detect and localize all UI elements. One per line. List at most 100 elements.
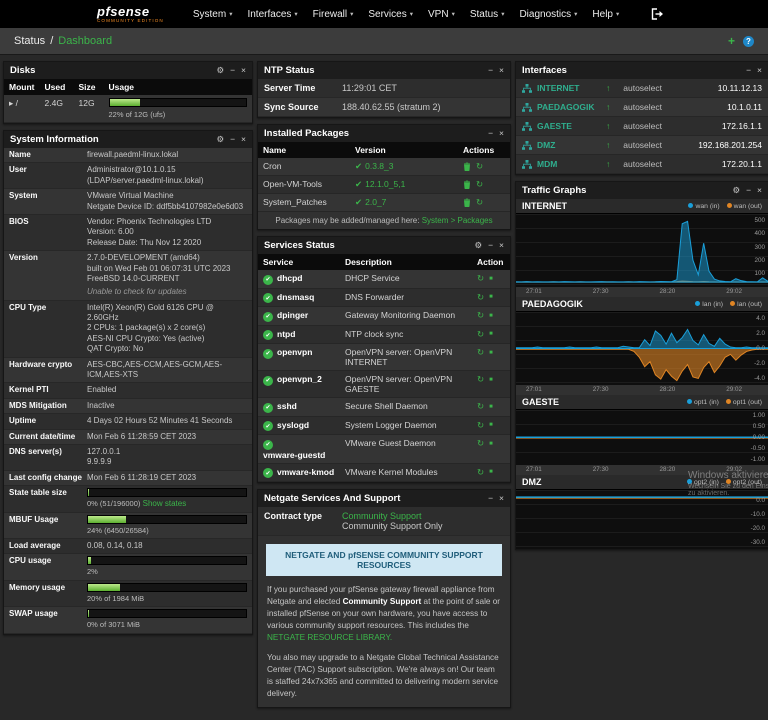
restart-service-icon[interactable]: ↻ [477, 374, 484, 385]
stop-service-icon[interactable]: ■ [489, 404, 493, 410]
package-name: System_Patches [258, 194, 350, 212]
interface-ip: 10.1.0.11 [727, 102, 762, 112]
menu-system[interactable]: System▾ [193, 9, 233, 20]
menu-status[interactable]: Status▾ [470, 9, 505, 20]
close-icon[interactable]: × [757, 66, 762, 75]
collapse-icon[interactable]: − [230, 135, 235, 144]
interface-name[interactable]: INTERNET [537, 83, 601, 93]
legend-in-dot [687, 399, 692, 404]
legend-out-dot [726, 399, 731, 404]
trash-icon[interactable] [463, 162, 471, 171]
wrench-icon[interactable]: ⚙ [474, 241, 482, 250]
restart-service-icon[interactable]: ↻ [477, 438, 484, 449]
stop-service-icon[interactable]: ■ [489, 350, 493, 356]
stop-service-icon[interactable]: ■ [489, 422, 493, 428]
reinstall-icon[interactable]: ↻ [476, 197, 483, 208]
restart-service-icon[interactable]: ↻ [477, 329, 484, 340]
stop-service-icon[interactable]: ■ [489, 331, 493, 337]
collapse-icon[interactable]: − [488, 241, 493, 250]
graph-title: GAESTE [522, 397, 559, 407]
col-header-used: Used [40, 79, 74, 95]
si-row-uptime: Uptime4 Days 02 Hours 52 Minutes 41 Seco… [4, 414, 252, 429]
network-icon [522, 122, 532, 131]
close-icon[interactable]: × [757, 186, 762, 195]
interface-ip: 172.16.1.1 [722, 121, 762, 131]
collapse-icon[interactable]: − [746, 66, 751, 75]
restart-service-icon[interactable]: ↻ [477, 401, 484, 412]
stop-service-icon[interactable]: ■ [489, 313, 493, 319]
legend-in-dot [688, 203, 693, 208]
graph-plot[interactable]: 1.000.500.00-0.50-1.00 [516, 409, 768, 465]
si-row-cpu-usage: CPU usage2% [4, 554, 252, 580]
community-support-link[interactable]: Community Support [342, 511, 422, 521]
reinstall-icon[interactable]: ↻ [476, 179, 483, 190]
breadcrumb-section[interactable]: Status [14, 35, 45, 47]
wrench-icon[interactable]: ⚙ [216, 135, 224, 144]
wrench-icon[interactable]: ⚙ [732, 186, 740, 195]
menu-services[interactable]: Services▾ [368, 9, 413, 20]
menu-firewall[interactable]: Firewall▾ [313, 9, 354, 20]
system-packages-link[interactable]: System > Packages [422, 216, 493, 225]
help-icon[interactable]: ? [743, 36, 754, 47]
menu-vpn[interactable]: VPN▾ [428, 9, 455, 20]
stop-service-icon[interactable]: ■ [489, 469, 493, 475]
trash-icon[interactable] [463, 180, 471, 189]
traffic-chart [516, 410, 768, 465]
close-icon[interactable]: × [241, 66, 246, 75]
package-version: 2.0_7 [365, 197, 386, 207]
restart-service-icon[interactable]: ↻ [477, 420, 484, 431]
wrench-icon[interactable]: ⚙ [216, 66, 224, 75]
restart-service-icon[interactable]: ↻ [477, 310, 484, 321]
menu-diagnostics[interactable]: Diagnostics▾ [519, 9, 577, 20]
restart-service-icon[interactable]: ↻ [477, 467, 484, 478]
service-description: System Logger Daemon [340, 416, 472, 435]
resource-library-link[interactable]: NETGATE RESOURCE LIBRARY. [267, 633, 392, 642]
collapse-icon[interactable]: − [488, 494, 493, 503]
si-row-mds: MDS MitigationInactive [4, 399, 252, 414]
collapse-icon[interactable]: − [230, 66, 235, 75]
menu-label: Firewall [313, 9, 347, 20]
graph-plot[interactable]: 4.02.00.0-2.0-4.0 [516, 311, 768, 385]
interface-name[interactable]: GAESTE [537, 121, 601, 131]
interface-row-gaeste: GAESTE↑autoselect172.16.1.1 [516, 117, 768, 136]
interface-name[interactable]: PAEDAGOGIK [537, 102, 601, 112]
interface-name[interactable]: MDM [537, 159, 601, 169]
reinstall-icon[interactable]: ↻ [476, 161, 483, 172]
menu-interfaces[interactable]: Interfaces▾ [247, 9, 297, 20]
stop-service-icon[interactable]: ■ [489, 377, 493, 383]
collapse-icon[interactable]: − [488, 129, 493, 138]
close-icon[interactable]: × [499, 66, 504, 75]
restart-service-icon[interactable]: ↻ [477, 292, 484, 303]
logout-button[interactable] [651, 8, 665, 20]
interface-name[interactable]: DMZ [537, 140, 601, 150]
add-widget-icon[interactable]: + [728, 34, 735, 48]
stop-service-icon[interactable]: ■ [489, 276, 493, 282]
expand-icon[interactable]: ▸ [9, 98, 13, 108]
service-name: dpinger [277, 310, 308, 320]
close-icon[interactable]: × [241, 135, 246, 144]
chevron-down-icon: ▾ [616, 10, 619, 18]
close-icon[interactable]: × [499, 129, 504, 138]
col-header-usage: Usage [104, 79, 253, 95]
graph-plot[interactable]: 0.0-10.0-20.0-30.0 [516, 489, 768, 549]
stop-service-icon[interactable]: ■ [489, 441, 493, 447]
trash-icon[interactable] [463, 198, 471, 207]
menu-label: Help [592, 9, 613, 20]
stop-service-icon[interactable]: ■ [489, 294, 493, 300]
show-states-link[interactable]: Show states [143, 499, 187, 508]
package-name: Open-VM-Tools [258, 176, 350, 194]
disks-panel: Disks ⚙ − × Mount Used Size Usage ▸ / [3, 61, 253, 124]
close-icon[interactable]: × [499, 494, 504, 503]
collapse-icon[interactable]: − [746, 186, 751, 195]
package-version: 12.1.0_5,1 [365, 179, 405, 189]
graph-plot[interactable]: 500400300200100 [516, 213, 768, 287]
package-name: Cron [258, 158, 350, 176]
pfsense-logo[interactable]: pfsense COMMUNITY EDITION [97, 5, 164, 24]
restart-service-icon[interactable]: ↻ [477, 347, 484, 358]
breadcrumb-page: Dashboard [58, 35, 112, 47]
close-icon[interactable]: × [499, 241, 504, 250]
restart-service-icon[interactable]: ↻ [477, 273, 484, 284]
collapse-icon[interactable]: − [488, 66, 493, 75]
service-running-icon: ✔ [263, 376, 273, 386]
menu-help[interactable]: Help▾ [592, 9, 619, 20]
